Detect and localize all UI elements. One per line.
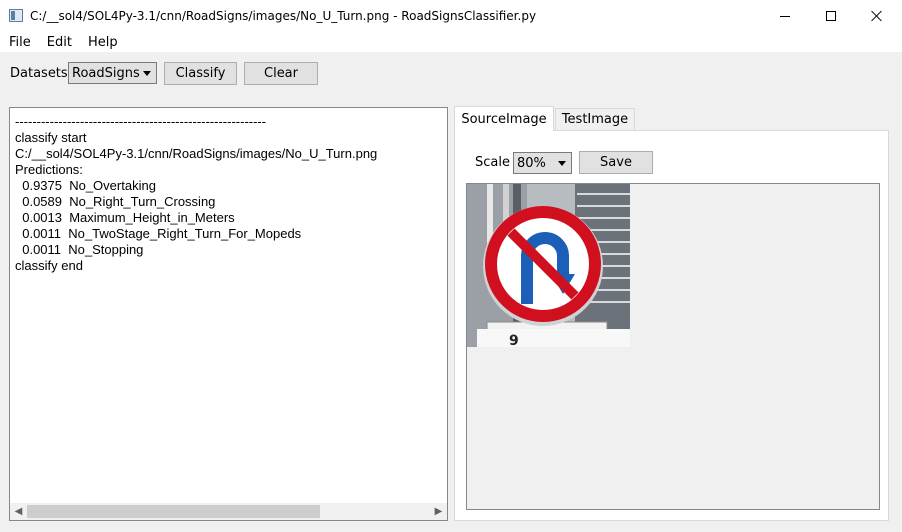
no-u-turn-sign-photo: 9	[467, 184, 630, 347]
maximize-icon	[826, 11, 836, 21]
chevron-down-icon	[558, 161, 566, 166]
scrollbar-thumb[interactable]	[27, 505, 320, 518]
log-line: classify start	[15, 130, 87, 145]
save-button[interactable]: Save	[579, 151, 653, 174]
horizontal-scrollbar[interactable]: ◀ ▶	[10, 503, 447, 520]
log-line: C:/__sol4/SOL4Py-3.1/cnn/RoadSigns/image…	[15, 146, 378, 161]
log-line: classify end	[15, 258, 83, 273]
menu-help[interactable]: Help	[88, 35, 118, 50]
app-window-icon	[9, 9, 23, 22]
log-textarea[interactable]: ----------------------------------------…	[9, 107, 448, 521]
tab-source-image[interactable]: SourceImage	[454, 106, 554, 131]
minimize-button[interactable]	[762, 0, 808, 32]
close-icon	[871, 10, 883, 22]
log-line: 0.9375 No_Overtaking	[15, 178, 156, 193]
window-title: C:/__sol4/SOL4Py-3.1/cnn/RoadSigns/image…	[30, 9, 537, 23]
title-bar: C:/__sol4/SOL4Py-3.1/cnn/RoadSigns/image…	[0, 0, 902, 32]
menu-edit[interactable]: Edit	[47, 35, 72, 50]
log-line: 0.0011 No_TwoStage_Right_Turn_For_Mopeds	[15, 226, 302, 241]
road-sign-image: 9	[467, 184, 630, 347]
toolbar: Datasets RoadSigns Classify Clear	[0, 52, 902, 94]
datasets-combobox[interactable]: RoadSigns	[68, 62, 157, 84]
clear-button[interactable]: Clear	[244, 62, 318, 85]
image-viewer[interactable]: 9	[466, 183, 880, 510]
classify-button[interactable]: Classify	[164, 62, 237, 85]
minimize-icon	[780, 15, 790, 17]
scale-combobox[interactable]: 80%	[513, 152, 572, 174]
log-line: 0.0589 No_Right_Turn_Crossing	[15, 194, 216, 209]
maximize-button[interactable]	[808, 0, 854, 32]
log-line: ----------------------------------------…	[15, 114, 267, 129]
scale-label: Scale	[475, 155, 510, 170]
source-image-panel: Scale 80% Save 9	[454, 130, 889, 521]
datasets-label: Datasets	[10, 66, 68, 81]
log-text: ----------------------------------------…	[15, 114, 377, 274]
tab-test-image[interactable]: TestImage	[555, 108, 635, 130]
datasets-value: RoadSigns	[72, 65, 140, 81]
log-line: 0.0011 No_Stopping	[15, 242, 144, 257]
log-line: 0.0013 Maximum_Height_in_Meters	[15, 210, 235, 225]
chevron-down-icon	[143, 71, 151, 76]
scale-value: 80%	[517, 155, 546, 171]
close-button[interactable]	[854, 0, 900, 32]
menu-file[interactable]: File	[9, 35, 31, 50]
svg-text:9: 9	[509, 333, 519, 347]
scroll-right-icon[interactable]: ▶	[430, 503, 447, 520]
log-line: Predictions:	[15, 162, 83, 177]
scroll-left-icon[interactable]: ◀	[10, 503, 27, 520]
menu-bar: File Edit Help	[0, 32, 902, 52]
